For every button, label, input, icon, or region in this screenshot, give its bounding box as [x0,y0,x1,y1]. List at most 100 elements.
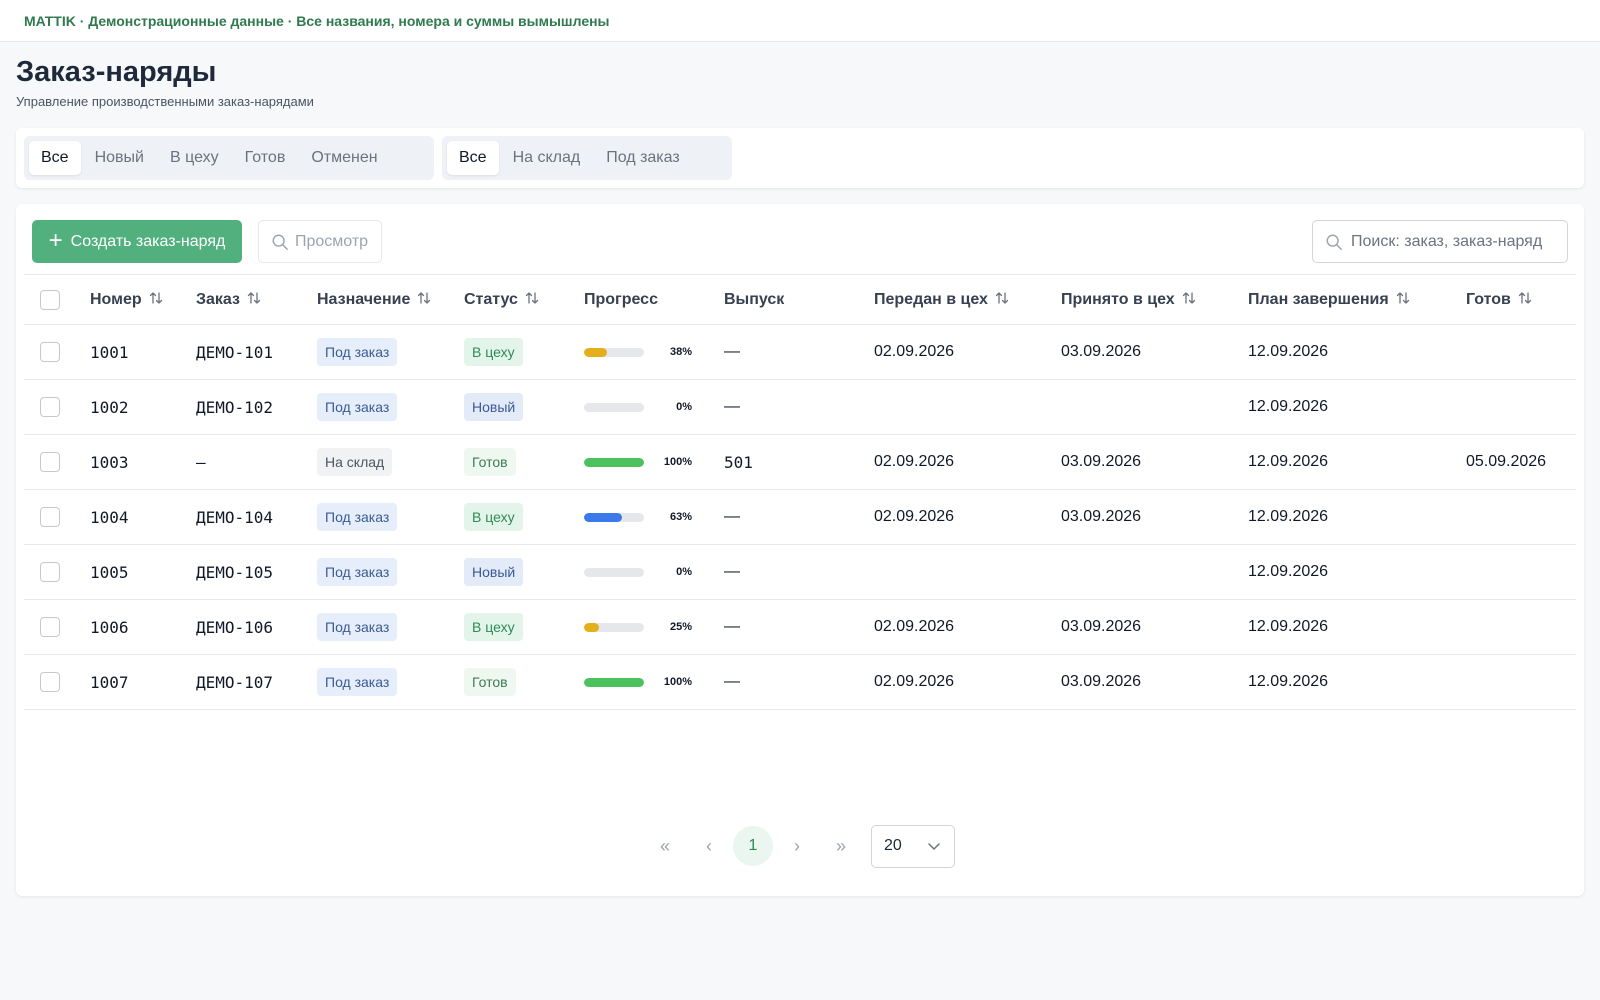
sort-icon[interactable] [416,290,432,306]
progress-label: 0% [676,566,692,578]
destination-filter: Все На склад Под заказ [442,136,732,180]
table-body: 1001 ДЕМО-101 Под заказ В цеху 38% — 02.… [24,324,1576,710]
progress-indicator: 0% [584,401,724,413]
row-sent-date: 02.09.2026 [874,324,1061,380]
destination-badge: Под заказ [317,558,398,586]
row-checkbox[interactable] [40,452,60,472]
status-filter-new[interactable]: Новый [83,141,156,175]
table-row[interactable]: 1002 ДЕМО-102 Под заказ Новый 0% — 12.09… [24,379,1576,435]
table-header-row: Номер Заказ Назначение Статус Прогресс В… [24,274,1576,325]
row-done-date [1466,379,1576,435]
table-row[interactable]: 1005 ДЕМО-105 Под заказ Новый 0% — 12.09… [24,544,1576,600]
row-plan-date: 12.09.2026 [1248,599,1466,655]
destination-badge: Под заказ [317,393,398,421]
row-accepted-date: 03.09.2026 [1061,324,1248,380]
column-status-header[interactable]: Статус [464,274,584,325]
row-number[interactable]: 1007 [90,654,196,710]
status-filter: Все Новый В цеху Готов Отменен [24,136,434,180]
column-sent-header[interactable]: Передан в цех [874,274,1061,325]
row-sent-date: 02.09.2026 [874,599,1061,655]
column-done-header[interactable]: Готов [1466,274,1576,325]
table-row[interactable]: 1003 — На склад Готов 100% 501 02.09.202… [24,434,1576,490]
search-input[interactable] [1351,232,1561,251]
row-accepted-date: 03.09.2026 [1061,654,1248,710]
next-page-button[interactable]: › [777,826,817,866]
column-accepted-header[interactable]: Принято в цех [1061,274,1248,325]
table-row[interactable]: 1001 ДЕМО-101 Под заказ В цеху 38% — 02.… [24,324,1576,380]
row-number[interactable]: 1003 [90,434,196,490]
row-done-date [1466,544,1576,600]
row-plan-date: 12.09.2026 [1248,379,1466,435]
destination-badge: Под заказ [317,668,398,696]
row-done-date [1466,489,1576,545]
status-filter-all[interactable]: Все [29,141,81,175]
progress-fill [584,677,644,687]
table-row[interactable]: 1004 ДЕМО-104 Под заказ В цеху 63% — 02.… [24,489,1576,545]
create-button-label: Создать заказ-наряд [70,232,226,250]
page-subtitle: Управление производственными заказ-наряд… [16,94,314,109]
column-destination-header[interactable]: Назначение [317,274,464,325]
progress-track [584,402,644,412]
progress-fill [584,347,607,357]
search-field[interactable] [1312,220,1568,263]
row-number[interactable]: 1004 [90,489,196,545]
destination-badge: Под заказ [317,338,398,366]
sort-icon[interactable] [1395,290,1411,306]
row-release: — [724,544,874,600]
row-number[interactable]: 1005 [90,544,196,600]
view-button[interactable]: Просмотр [258,220,382,263]
sort-icon[interactable] [524,290,540,306]
row-sent-date [874,544,1061,600]
column-plan-header[interactable]: План завершения [1248,274,1466,325]
row-number[interactable]: 1001 [90,324,196,380]
row-number[interactable]: 1006 [90,599,196,655]
row-accepted-date: 03.09.2026 [1061,599,1248,655]
column-order-header[interactable]: Заказ [196,274,317,325]
prev-page-button[interactable]: ‹ [689,826,729,866]
row-checkbox[interactable] [40,507,60,527]
first-page-button[interactable]: « [645,826,685,866]
sort-icon[interactable] [246,290,262,306]
row-sent-date: 02.09.2026 [874,434,1061,490]
table-row[interactable]: 1006 ДЕМО-106 Под заказ В цеху 25% — 02.… [24,599,1576,655]
destination-filter-all[interactable]: Все [447,141,499,175]
column-number-header[interactable]: Номер [90,274,196,325]
destination-filter-stock[interactable]: На склад [501,141,593,175]
progress-indicator: 38% [584,346,724,358]
table-row[interactable]: 1007 ДЕМО-107 Под заказ Готов 100% — 02.… [24,654,1576,710]
plus-icon: + [48,226,63,254]
row-checkbox[interactable] [40,562,60,582]
row-release: — [724,599,874,655]
row-done-date [1466,324,1576,380]
page-1-button[interactable]: 1 [733,826,773,866]
row-number[interactable]: 1002 [90,379,196,435]
row-plan-date: 12.09.2026 [1248,489,1466,545]
row-sent-date: 02.09.2026 [874,654,1061,710]
row-checkbox[interactable] [40,397,60,417]
row-checkbox[interactable] [40,617,60,637]
row-order: ДЕМО-105 [196,544,317,600]
create-work-order-button[interactable]: + Создать заказ-наряд [32,220,242,263]
status-filter-in-shop[interactable]: В цеху [158,141,231,175]
page-size-select[interactable]: 20 [871,824,955,868]
select-all-checkbox[interactable] [40,289,60,310]
status-filter-cancelled[interactable]: Отменен [299,141,389,175]
work-orders-table: Номер Заказ Назначение Статус Прогресс В… [24,274,1576,710]
destination-filter-order[interactable]: Под заказ [594,141,691,175]
row-order: ДЕМО-101 [196,324,317,380]
status-filter-done[interactable]: Готов [233,141,298,175]
progress-indicator: 63% [584,511,724,523]
row-checkbox[interactable] [40,672,60,692]
sort-icon[interactable] [994,290,1010,306]
filter-panel: Все Новый В цеху Готов Отменен Все На ск… [16,128,1584,188]
row-done-date: 05.09.2026 [1466,434,1576,490]
row-checkbox[interactable] [40,342,60,362]
row-done-date [1466,599,1576,655]
work-orders-panel: + Создать заказ-наряд Просмотр Номер Зак… [16,204,1584,896]
row-plan-date: 12.09.2026 [1248,434,1466,490]
last-page-button[interactable]: » [821,826,861,866]
sort-icon[interactable] [1517,290,1533,306]
progress-track [584,512,644,522]
sort-icon[interactable] [148,290,164,306]
sort-icon[interactable] [1181,290,1197,306]
